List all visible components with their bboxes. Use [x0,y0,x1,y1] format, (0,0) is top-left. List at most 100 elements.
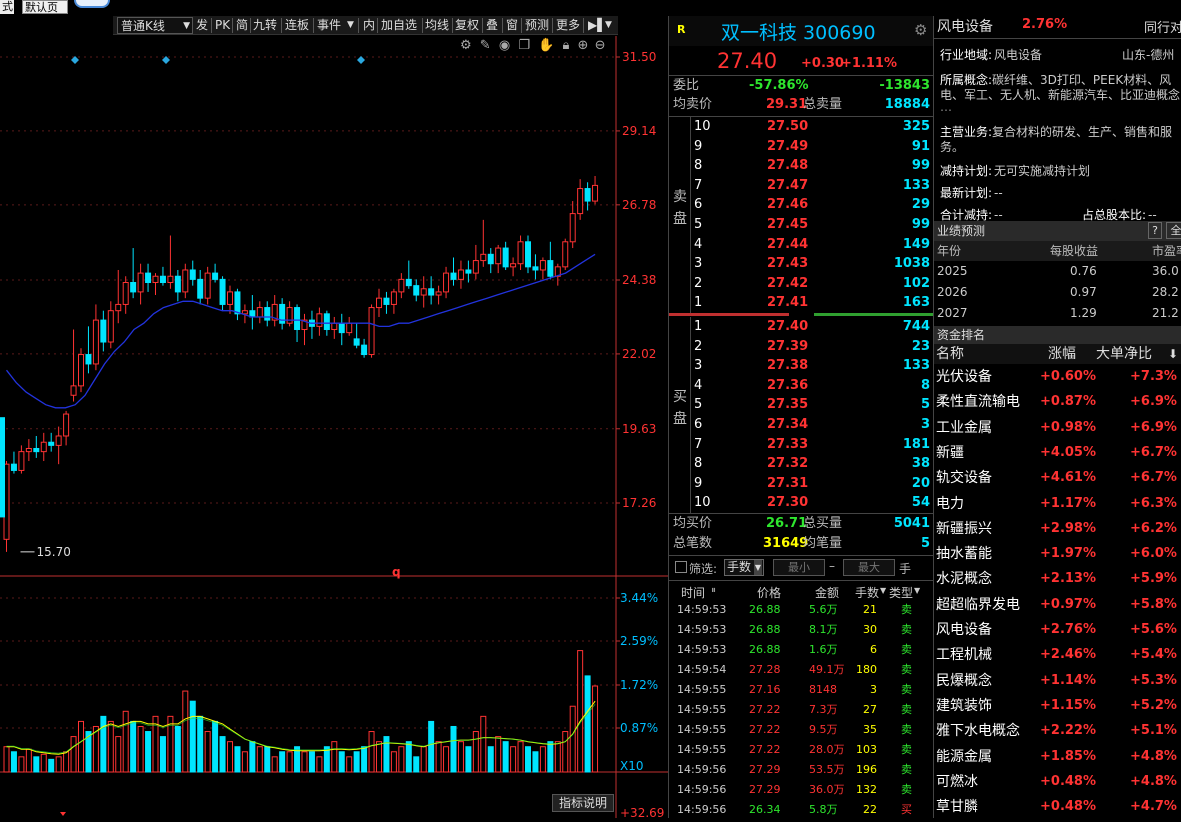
buy-level-row[interactable]: 9 27.31 20 [669,474,934,494]
pen-icon[interactable]: ✎ [480,38,491,53]
filter-checkbox[interactable] [675,561,687,573]
volume-bar [331,741,338,773]
forecast-help-button[interactable]: ? [1148,222,1162,239]
filter-unit-select[interactable]: 手数 ▼ [724,559,764,576]
buy-level-row[interactable]: 2 27.39 23 [669,337,934,357]
sell-level-row[interactable]: 5 27.45 99 [669,215,934,235]
hand-icon[interactable]: ✋ [538,38,554,53]
rank-row[interactable]: 新疆 +4.05% +6.7% [934,441,1181,465]
compare-link[interactable]: 同行对比 [1144,17,1181,36]
forecast-all-button[interactable]: 全 [1166,222,1181,239]
copy-icon[interactable]: ❐ [518,38,530,53]
sell-level-row[interactable]: 8 27.48 99 [669,156,934,176]
volume-bar [338,751,345,773]
rank-name: 工程机械 [936,647,992,664]
rank-pct: +2.98% [1040,520,1096,536]
tick-header-amount[interactable]: 金额 [815,584,839,601]
rank-pct: +4.05% [1040,444,1096,460]
rank-row[interactable]: 可燃冰 +0.48% +4.8% [934,770,1181,794]
toolbar-btn-shijian[interactable]: 事件 [317,17,341,34]
toolbar-btn-nei[interactable]: 内 [363,17,375,34]
rank-row[interactable]: 电力 +1.17% +6.3% [934,492,1181,516]
rank-row[interactable]: 超超临界发电 +0.97% +5.8% [934,593,1181,617]
buy-level-row[interactable]: 5 27.35 5 [669,395,934,415]
chevron-down-icon[interactable]: ▼ [347,17,354,34]
buy-level-row[interactable]: 10 27.30 54 [669,493,934,513]
sector-name[interactable]: 风电设备 [937,16,993,36]
toolbar-btn-add-watch[interactable]: 加自选 [381,17,417,34]
sell-level-row[interactable]: 3 27.43 1038 [669,254,934,274]
toolbar-btn-fuquan[interactable]: 复权 [455,17,479,34]
eye-icon[interactable]: ◉ [499,38,510,53]
sell-level-row[interactable]: 4 27.44 149 [669,235,934,255]
toolbar-btn-lianban[interactable]: 连板 [285,17,309,34]
tab-toggle-icon[interactable] [74,0,110,8]
rank-row[interactable]: 轨交设备 +4.61% +6.7% [934,466,1181,490]
tick-header-type[interactable]: 类型 [889,584,913,601]
expand-panel-icon[interactable]: ▶▌ [588,17,606,34]
toolbar-btn-window[interactable]: 窗 [506,17,518,34]
sell-level-row[interactable]: 10 27.50 325 [669,117,934,137]
settings-icon[interactable]: ⚙ [460,38,472,53]
toolbar-btn-jiuzhuan[interactable]: 九转 [253,17,277,34]
tick-header-price[interactable]: 价格 [757,584,781,601]
indicator-help-button[interactable]: 指标说明 [552,794,614,812]
toolbar-btn-pk[interactable]: PK [215,17,230,34]
rank-row[interactable]: 工业金属 +0.98% +6.9% [934,416,1181,440]
rank-row[interactable]: 民爆概念 +1.14% +5.3% [934,669,1181,693]
chevron-down-icon[interactable]: ▼ [914,586,920,595]
rank-row[interactable]: 水泥概念 +2.13% +5.9% [934,567,1181,591]
tick-time: 14:59:53 [677,643,727,656]
tab-left[interactable]: 式 [0,0,14,14]
toolbar-btn-predict[interactable]: 预测 [525,17,549,34]
toolbar-btn-more[interactable]: 更多 [556,17,580,34]
rank-row[interactable]: 草甘膦 +0.48% +4.7% [934,795,1181,818]
tick-price: 27.28 [749,663,781,676]
toolbar-btn-fa[interactable]: 发 [196,17,208,34]
rank-row[interactable]: 柔性直流输电 +0.87% +6.9% [934,390,1181,414]
chevron-down-icon[interactable]: ▼ [880,586,886,595]
rank-row[interactable]: 建筑装饰 +1.15% +5.2% [934,694,1181,718]
tick-header-volume[interactable]: 手数 [855,584,879,601]
rank-row[interactable]: 能源金属 +1.85% +4.8% [934,745,1181,769]
rank-col-name[interactable]: 名称 [936,344,964,364]
lock-icon[interactable]: 🔒︎ [562,38,569,53]
buy-level-row[interactable]: 6 27.34 3 [669,415,934,435]
rank-row[interactable]: 工程机械 +2.46% +5.4% [934,643,1181,667]
rank-row[interactable]: 抽水蓄能 +1.97% +6.0% [934,542,1181,566]
rank-col-pct[interactable]: 涨幅 [1048,344,1076,364]
rank-col-netratio[interactable]: 大单净比 [1096,344,1152,364]
sell-level-row[interactable]: 6 27.46 29 [669,195,934,215]
zoom-in-icon[interactable]: ⊕ [578,38,589,53]
toolbar-btn-overlay[interactable]: 叠 [486,17,498,34]
sell-level-row[interactable]: 9 27.49 91 [669,137,934,157]
kline-chart-area[interactable]: 31.50 29.14 26.78 24.38 22.02 19.63 17.26 15.70… [0,36,668,820]
buy-level-row[interactable]: 3 27.38 133 [669,356,934,376]
filter-max-input[interactable] [843,559,895,576]
toolbar-btn-ma[interactable]: 均线 [425,17,449,34]
volume-bar [227,741,233,773]
toolbar-btn-jian[interactable]: 简 [236,17,248,34]
sell-level-row[interactable]: 2 27.42 102 [669,274,934,294]
gear-icon[interactable]: ⚙ [914,21,927,39]
zoom-out-icon[interactable]: ⊖ [595,38,606,53]
buy-level-row[interactable]: 1 27.40 744 [669,317,934,337]
buy-level: 3 [694,358,703,374]
arrow-down-icon[interactable]: ⬇ [1168,344,1178,364]
sell-level-row[interactable]: 7 27.47 133 [669,176,934,196]
sell-level-row[interactable]: 1 27.41 163 [669,293,934,313]
rank-row[interactable]: 光伏设备 +0.60% +7.3% [934,365,1181,389]
buy-level-row[interactable]: 7 27.33 181 [669,435,934,455]
kline-type-select[interactable]: 普通K线 ▼ [117,17,193,34]
buy-level-row[interactable]: 8 27.32 38 [669,454,934,474]
rank-row[interactable]: 雅下水电概念 +2.22% +5.1% [934,719,1181,743]
pause-icon[interactable]: ⏸ [711,585,716,596]
buy-level-row[interactable]: 4 27.36 8 [669,376,934,396]
tick-price: 26.34 [749,803,781,816]
rank-row[interactable]: 风电设备 +2.76% +5.6% [934,618,1181,642]
chevron-down-icon[interactable]: ▼ [605,17,612,34]
rank-row[interactable]: 新疆振兴 +2.98% +6.2% [934,517,1181,541]
tick-header-time[interactable]: 时间 [681,584,705,601]
filter-min-input[interactable] [773,559,825,576]
tab-default-page[interactable]: 默认页 [22,0,68,14]
